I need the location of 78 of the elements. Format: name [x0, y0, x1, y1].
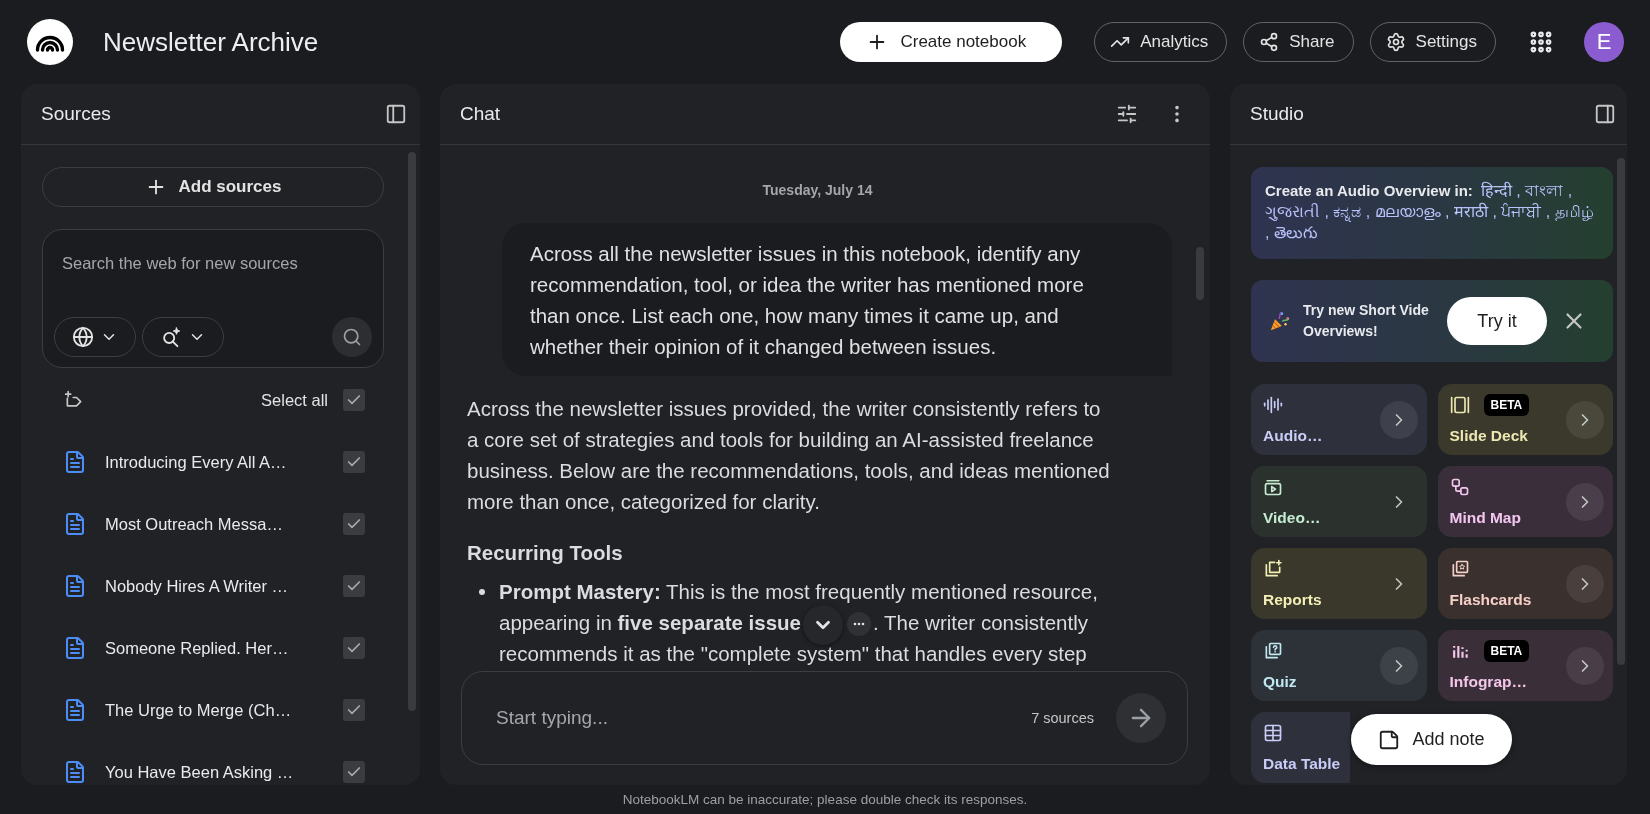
panel-title: Studio	[1250, 103, 1304, 125]
add-note-button[interactable]: Add note	[1351, 714, 1512, 765]
panel-title: Sources	[41, 103, 111, 125]
send-button[interactable]	[1116, 693, 1166, 743]
checkbox[interactable]	[343, 451, 365, 473]
beta-badge: BETA	[1483, 394, 1530, 416]
logo-icon[interactable]	[27, 19, 73, 65]
collapse-panel-icon[interactable]	[385, 103, 407, 125]
try-it-button[interactable]: Try it	[1447, 297, 1547, 345]
studio-tool-card[interactable]: Reports	[1251, 548, 1427, 619]
search-button[interactable]	[332, 317, 372, 357]
response-paragraph: Across the newsletter issues provided, the writer consistently refers to a core set of strategies and tools for building an AI-assisted freelance business. Below are the recommendations, tools, and ideas mentioned more than once, categorized for clarity.	[467, 396, 1111, 515]
notebook-title: Newsletter Archive	[103, 26, 319, 58]
scrollbar-thumb[interactable]	[1196, 247, 1204, 300]
document-icon	[63, 450, 87, 474]
document-icon	[63, 760, 87, 784]
apps-grid-icon[interactable]	[1528, 29, 1554, 55]
promo-text: Try new Short Vide Overviews!	[1303, 301, 1430, 341]
document-icon	[63, 698, 87, 722]
source-title[interactable]: You Have Been Asking …	[105, 762, 294, 782]
studio-tool-card[interactable]: Audio…	[1251, 384, 1427, 455]
studio-tool-card[interactable]: Data Table	[1251, 712, 1350, 783]
sliders-icon[interactable]	[1116, 103, 1138, 125]
source-title[interactable]: The Urge to Merge (Ch…	[105, 700, 292, 720]
chat-input-field[interactable]: Start typing...	[488, 705, 1020, 731]
search-field[interactable]: Search the web for new sources	[54, 250, 372, 276]
studio-tool-card[interactable]: BETA Slide Deck	[1437, 384, 1613, 455]
bullet-text: Prompt Mastery: This is the most frequently mentioned resource, appearing in five separate issue . The writer consistently recommends it as the "complete system" that handles every step	[499, 579, 1099, 667]
source-title[interactable]: Introducing Every All A…	[105, 452, 287, 472]
party-popper-icon	[1269, 310, 1291, 332]
waveform-icon	[1263, 395, 1283, 415]
studio-tool-card[interactable]: Quiz	[1251, 630, 1427, 701]
checkbox[interactable]	[343, 699, 365, 721]
avatar[interactable]: E	[1584, 22, 1624, 62]
beta-badge: BETA	[1483, 640, 1530, 662]
studio-tool-card[interactable]: BETA Infograp…	[1437, 630, 1613, 701]
source-title[interactable]: Someone Replied. Her…	[105, 638, 289, 658]
search-sparkle-icon	[160, 326, 182, 348]
question-card-icon	[1263, 641, 1283, 661]
checkbox[interactable]	[343, 761, 365, 783]
table-icon	[1263, 723, 1283, 743]
settings-icon	[1385, 32, 1406, 52]
note-icon	[1378, 728, 1401, 751]
studio-tool-card[interactable]: Flashcards	[1437, 548, 1613, 619]
response-heading: Recurring Tools	[467, 540, 624, 566]
document-icon	[63, 512, 87, 536]
scrollbar-thumb[interactable]	[408, 152, 416, 711]
tag-plus-icon[interactable]	[64, 390, 84, 410]
checkbox[interactable]	[343, 389, 365, 411]
user-message: Across all the newsletter issues in this notebook, identify any recommendation, tool, or idea the writer has mentioned more than once. List each one, how many times it came up, and whether their opinion of it changed between issues.	[502, 223, 1172, 376]
document-icon	[63, 636, 87, 660]
slides-icon	[1449, 395, 1470, 415]
source-count: 7 sources	[1031, 710, 1094, 726]
stacked-pages-plus-icon	[1263, 559, 1283, 579]
scroll-down-button[interactable]	[803, 604, 844, 645]
checkbox[interactable]	[343, 513, 365, 535]
globe-icon	[72, 326, 94, 348]
disclaimer-text: NotebookLM can be inaccurate; please double check its responses.	[622, 792, 1028, 807]
audio-overview-text: Create an Audio Overview in: हिन्दी , বাংলা , ગુજરાતી , ಕನ್ನಡ , മലയാളം , मराठी , ਪੰਜਾਬੀ , தமிழ் , తెలుగు	[1265, 180, 1595, 243]
document-icon	[63, 574, 87, 598]
share-icon	[1259, 32, 1280, 52]
checkbox[interactable]	[343, 575, 365, 597]
bullet-icon	[479, 589, 485, 595]
studio-tool-card[interactable]: Video…	[1251, 466, 1427, 537]
ellipsis-icon	[853, 621, 866, 626]
source-title[interactable]: Nobody Hires A Writer …	[105, 576, 289, 596]
flowchart-icon	[1449, 477, 1470, 497]
source-title[interactable]: Most Outreach Messa…	[105, 514, 283, 534]
create-notebook-button[interactable]: Create notebook	[840, 22, 1063, 62]
panel-title: Chat	[460, 103, 501, 125]
date-divider: Tuesday, July 14	[762, 181, 873, 199]
video-icon	[1263, 477, 1283, 497]
search-icon	[342, 327, 362, 347]
collapse-panel-icon[interactable]	[1594, 103, 1616, 125]
scrollbar-thumb[interactable]	[1617, 158, 1625, 665]
studio-tool-card[interactable]: Mind Map	[1437, 466, 1613, 537]
checkbox[interactable]	[343, 637, 365, 659]
select-all-label[interactable]: Select all	[261, 390, 328, 410]
